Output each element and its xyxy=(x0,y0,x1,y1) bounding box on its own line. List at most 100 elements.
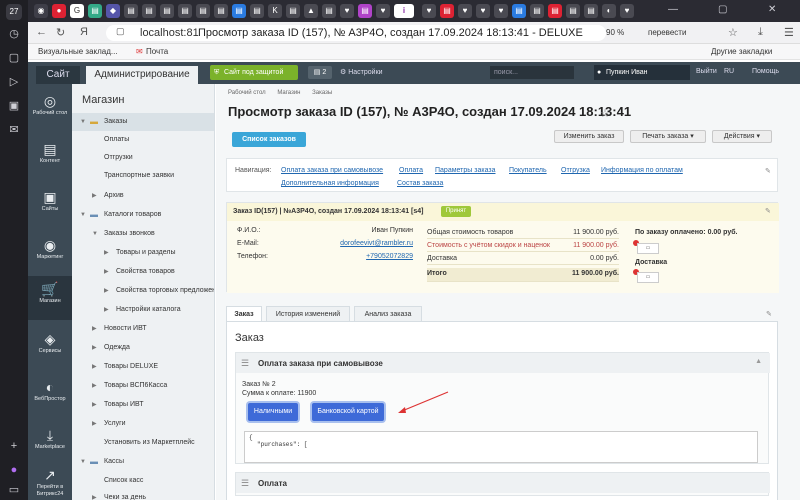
pay-card-button[interactable]: Банковской картой xyxy=(312,403,384,421)
url-host[interactable]: localhost:81 xyxy=(140,27,199,39)
logout-link[interactable]: Выйти xyxy=(696,68,717,75)
breadcrumb-item[interactable]: Рабочий стол xyxy=(228,90,266,96)
bookmark-visual[interactable]: Визуальные заклад... xyxy=(38,47,118,56)
breadcrumb-item[interactable]: Заказы xyxy=(312,90,332,96)
back-icon[interactable]: ← xyxy=(36,26,47,38)
mail-icon[interactable]: ✉ xyxy=(6,122,22,138)
sidebar-item-content[interactable]: ▤ Контент xyxy=(28,136,72,176)
tab-history[interactable]: История изменений xyxy=(266,306,350,322)
tree-item[interactable]: ▶ Товары DELUXE xyxy=(72,358,214,376)
sidebar-item-shop[interactable]: 🛒 Магазин xyxy=(28,276,72,320)
sidebar-item-desktop[interactable]: ◎ Рабочий стол xyxy=(28,88,72,128)
tree-item[interactable]: Установить из Маркетплейс xyxy=(72,434,214,452)
tree-item[interactable]: ▶ Новости ИВТ xyxy=(72,320,214,338)
language-switch[interactable]: RU xyxy=(724,68,734,75)
tab-favicon[interactable]: G xyxy=(70,4,84,18)
pin-icon[interactable]: ✎ xyxy=(765,207,771,215)
tree-item[interactable]: ▶ Свойства товаров xyxy=(72,263,214,281)
edit-order-button[interactable]: Изменить заказ xyxy=(554,130,624,143)
tab-analysis[interactable]: Анализ заказа xyxy=(354,306,422,322)
admin-search-input[interactable]: поиск... xyxy=(490,66,574,79)
tab-favicon[interactable]: ♥ xyxy=(340,4,354,18)
close-icon[interactable]: ✕ xyxy=(768,4,776,15)
sidebar-item-webprostor[interactable]: ◐ ВебПростор xyxy=(28,374,72,414)
site-protected-button[interactable]: ⛨ Сайт под защитой xyxy=(210,65,298,80)
add-icon[interactable]: + xyxy=(6,438,22,454)
tree-item[interactable]: ▶ Товары и разделы xyxy=(72,244,214,262)
tab-favicon[interactable]: ▤ xyxy=(250,4,264,18)
tab-favicon[interactable]: ▤ xyxy=(178,4,192,18)
nav-link[interactable]: Параметры заказа xyxy=(435,167,496,174)
tab-favicon[interactable]: ♥ xyxy=(376,4,390,18)
section-header[interactable]: ☰ Оплата xyxy=(236,473,770,493)
other-bookmarks[interactable]: Другие закладки xyxy=(711,47,772,56)
tab-favicon[interactable]: ◆ xyxy=(106,4,120,18)
drag-handle-icon[interactable]: ☰ xyxy=(241,478,249,489)
help-link[interactable]: Помощь xyxy=(752,68,779,75)
nav-link[interactable]: Информация по оплатам xyxy=(601,167,683,174)
tab-favicon[interactable]: ▤ xyxy=(196,4,210,18)
tree-item[interactable]: ▶ Услуги xyxy=(72,415,214,433)
tree-item[interactable]: ▶ Настройки каталога xyxy=(72,301,214,319)
notifications-count[interactable]: ▤ 2 xyxy=(308,66,332,79)
panel-icon[interactable]: ▭ xyxy=(6,482,22,498)
download-icon[interactable]: ⤓ xyxy=(758,26,763,39)
tab-favicon[interactable]: ▤ xyxy=(512,4,526,18)
app-icon[interactable]: ▣ xyxy=(6,98,22,114)
print-order-button[interactable]: Печать заказа ▾ xyxy=(630,130,706,143)
tree-item[interactable]: ▶ Свойства торговых предложений xyxy=(72,282,214,300)
nav-link[interactable]: Дополнительная информация xyxy=(281,180,379,187)
tree-item-catalogs[interactable]: ▼ ▬ Каталоги товаров xyxy=(72,206,214,224)
collapse-icon[interactable]: ▲ xyxy=(755,358,762,365)
settings-button[interactable]: ⚙ Настройки xyxy=(340,68,383,76)
tab-favicon[interactable]: ▤ xyxy=(124,4,138,18)
tab-favicon[interactable]: ♥ xyxy=(494,4,508,18)
nav-link[interactable]: Оплата заказа при самовывозе xyxy=(281,167,383,174)
tree-item[interactable]: ▶ Товары ВСП6Касса xyxy=(72,377,214,395)
tab-favicon[interactable]: ▤ xyxy=(358,4,372,18)
play-icon[interactable]: ▷ xyxy=(6,74,22,90)
bookmark-mail[interactable]: Почта xyxy=(146,47,168,56)
tree-item[interactable]: Транспортные заявки xyxy=(72,167,214,185)
alice-icon[interactable]: ● xyxy=(6,462,22,478)
order-list-button[interactable]: Список заказов xyxy=(232,132,306,147)
tab-favicon[interactable]: ♥ xyxy=(620,4,634,18)
favorite-star-icon[interactable]: ☆ xyxy=(600,107,610,120)
tab-favicon[interactable]: ▤ xyxy=(440,4,454,18)
tab-order[interactable]: Заказ xyxy=(226,306,262,322)
tab-favicon[interactable]: ♥ xyxy=(422,4,436,18)
site-info-icon[interactable]: ▢ xyxy=(116,26,125,37)
tab-favicon[interactable]: ▤ xyxy=(88,4,102,18)
tab-favicon[interactable]: ▤ xyxy=(142,4,156,18)
user-menu[interactable]: ● Пупкин Иван xyxy=(594,65,690,80)
sidebar-item-marketing[interactable]: ◉ Маркетинг xyxy=(28,232,72,272)
tree-item[interactable]: ▶ Товары ИВТ xyxy=(72,396,214,414)
json-code-textarea[interactable]: { "purchases": [ xyxy=(244,431,758,463)
yandex-icon[interactable]: Я xyxy=(80,26,88,38)
translate-button[interactable]: перевести xyxy=(648,28,686,37)
tree-item[interactable]: Отгрузки xyxy=(72,149,214,167)
tab-favicon[interactable]: ▤ xyxy=(566,4,580,18)
tab-favicon[interactable]: ▤ xyxy=(584,4,598,18)
tree-item[interactable]: ▶ Архив xyxy=(72,187,214,205)
bookmark-icon[interactable]: ☆ xyxy=(728,26,738,39)
nav-link[interactable]: Оплата xyxy=(399,167,423,174)
sidebar-item-services[interactable]: ◈ Сервисы xyxy=(28,326,72,366)
tab-favicon[interactable]: ♥ xyxy=(458,4,472,18)
tab-favicon[interactable]: ▤ xyxy=(214,4,228,18)
tree-item[interactable]: ▶ Одежда xyxy=(72,339,214,357)
tab-favicon[interactable]: ▤ xyxy=(232,4,246,18)
tree-item-orders[interactable]: ▼ ▬ Заказы xyxy=(72,113,214,131)
tab-administration[interactable]: Администрирование xyxy=(86,66,198,84)
active-tab[interactable]: i xyxy=(394,4,414,18)
tab-favicon[interactable]: ▤ xyxy=(530,4,544,18)
nav-link[interactable]: Покупатель xyxy=(509,167,547,174)
tab-favicon[interactable]: ◉ xyxy=(34,4,48,18)
payment-system-logo[interactable]: ▭ xyxy=(637,243,659,254)
zoom-level[interactable]: 90 % xyxy=(606,28,624,37)
tree-item[interactable]: ▼ Заказы звонков xyxy=(72,225,214,243)
tab-counter-badge[interactable]: 27 xyxy=(6,4,22,20)
tab-favicon[interactable]: ▲ xyxy=(304,4,318,18)
tab-favicon[interactable]: ▤ xyxy=(548,4,562,18)
tree-item-cashboxes[interactable]: ▼ ▬ Кассы xyxy=(72,453,214,471)
